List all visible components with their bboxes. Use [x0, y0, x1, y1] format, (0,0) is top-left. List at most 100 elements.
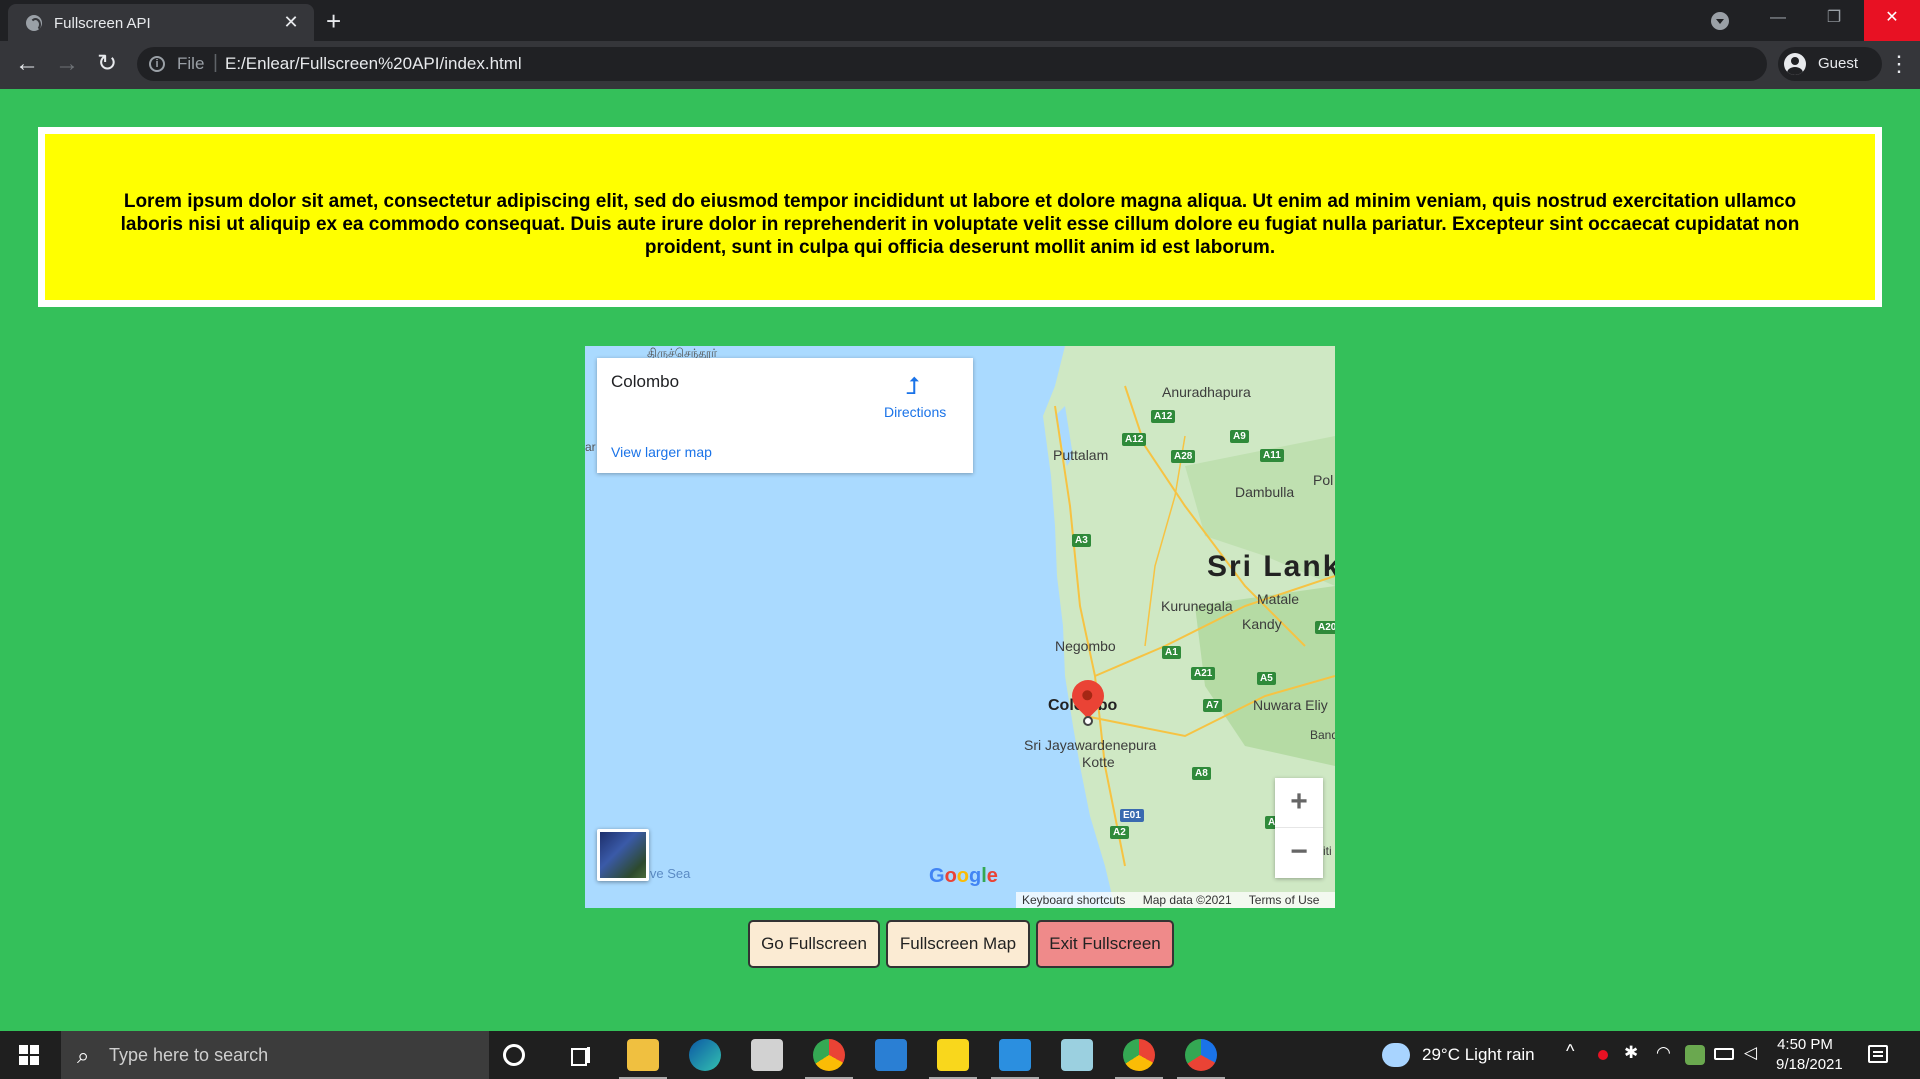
wifi-icon[interactable]: ◠	[1656, 1043, 1671, 1063]
road-shield: A5	[1257, 672, 1276, 685]
map-label-iti: iti	[1323, 844, 1332, 858]
map-label-sea: ive Sea	[647, 866, 691, 881]
lorem-text: Lorem ipsum dolor sit amet, consectetur …	[120, 191, 1800, 258]
close-tab-icon[interactable]: ✕	[280, 12, 302, 33]
chrome-icon[interactable]	[805, 1039, 853, 1079]
directions-icon[interactable]: ⮥	[900, 374, 926, 400]
road-shield: A12	[1122, 433, 1147, 446]
map-label-band: Band	[1310, 728, 1335, 742]
tab-title: Fullscreen API	[54, 15, 151, 32]
view-larger-map-link[interactable]: View larger map	[611, 444, 712, 460]
map-label-pol: Pol	[1313, 472, 1334, 488]
clock-date: 9/18/2021	[1776, 1056, 1843, 1073]
record-icon[interactable]	[1598, 1050, 1608, 1060]
store-icon[interactable]	[751, 1039, 783, 1071]
lorem-banner: Lorem ipsum dolor sit amet, consectetur …	[38, 127, 1882, 307]
chrome-canary-icon[interactable]	[1177, 1039, 1225, 1079]
minimize-button[interactable]: —	[1750, 0, 1806, 41]
browser-tab-bar: Fullscreen API ✕ + — ❐ ✕	[0, 0, 1920, 41]
search-icon: ⌕	[77, 1043, 90, 1068]
close-window-button[interactable]: ✕	[1864, 0, 1920, 41]
tab-search-icon[interactable]	[1711, 12, 1729, 30]
network-sync-icon[interactable]: ✱	[1624, 1043, 1638, 1063]
terms-of-use-link[interactable]: Terms of Use	[1249, 893, 1320, 907]
taskbar-search-box[interactable]: ⌕ Type here to search	[61, 1031, 489, 1079]
browser-toolbar: ← → ↻ i File | E:/Enlear/Fullscreen%20AP…	[0, 41, 1920, 89]
url-separator: |	[213, 52, 218, 73]
weather-text[interactable]: 29°C Light rain	[1422, 1045, 1535, 1065]
map-label-kotte: Kotte	[1082, 754, 1115, 770]
google-logo: Google	[929, 865, 998, 887]
kebab-menu-icon[interactable]: ⋮	[1888, 53, 1910, 75]
new-tab-button[interactable]: +	[326, 6, 341, 37]
map-label-kurunegala: Kurunegala	[1161, 598, 1233, 614]
road-shield: A8	[1192, 767, 1211, 780]
road-shield: A11	[1260, 449, 1284, 462]
map-attribution: Keyboard shortcuts Map data ©2021 Terms …	[1016, 892, 1335, 908]
road-shield: A21	[1191, 667, 1216, 680]
cortana-icon[interactable]	[503, 1044, 525, 1066]
battery-icon[interactable]	[1714, 1048, 1734, 1060]
directions-link[interactable]: Directions	[884, 404, 946, 420]
globe-icon	[26, 15, 42, 31]
road-shield: A9	[1230, 430, 1249, 443]
sticky-notes-icon[interactable]	[929, 1039, 977, 1079]
map-label-negombo: Negombo	[1055, 638, 1116, 654]
address-bar[interactable]: i File | E:/Enlear/Fullscreen%20API/inde…	[137, 47, 1767, 81]
road-shield: A28	[1171, 450, 1196, 463]
map-label-sri-lanka: Sri Lank	[1207, 550, 1335, 583]
zoom-in-button[interactable]: +	[1275, 778, 1323, 828]
zoom-control: + −	[1275, 778, 1323, 878]
windows-taskbar: ⌕ Type here to search 29°C Light rain ^ …	[0, 1031, 1920, 1079]
road-shield: A1	[1162, 646, 1181, 659]
windows-start-icon[interactable]	[19, 1045, 39, 1065]
back-button[interactable]: ←	[10, 47, 44, 81]
app-tray-icon[interactable]	[1685, 1045, 1705, 1065]
volume-icon[interactable]: ◁	[1744, 1043, 1757, 1063]
go-fullscreen-button[interactable]: Go Fullscreen	[748, 920, 880, 968]
file-explorer-icon[interactable]	[619, 1039, 667, 1079]
google-map-embed[interactable]: திருச்செந்தூர் ar தமரி Anuradhapura Putt…	[585, 346, 1335, 908]
profile-button[interactable]: Guest	[1778, 47, 1882, 81]
chrome-icon[interactable]	[1115, 1039, 1163, 1079]
road-shield: E01	[1120, 809, 1144, 822]
url-scheme: File	[177, 54, 205, 73]
road-shield: A3	[1072, 534, 1091, 547]
map-label-matale: Matale	[1257, 591, 1300, 607]
map-label-puttalam: Puttalam	[1053, 447, 1109, 463]
road-shield: A7	[1203, 699, 1222, 712]
place-name: Colombo	[611, 372, 680, 391]
weather-cloud-icon[interactable]	[1382, 1043, 1410, 1067]
profile-name: Guest	[1818, 55, 1859, 72]
map-label-nuwara-eliya: Nuwara Eliy	[1253, 697, 1328, 713]
chevron-up-icon[interactable]: ^	[1566, 1041, 1574, 1062]
vscode-icon[interactable]	[991, 1039, 1039, 1079]
task-view-icon[interactable]	[564, 1039, 596, 1071]
keyboard-shortcuts-link[interactable]: Keyboard shortcuts	[1022, 893, 1125, 907]
road-shield: A12	[1151, 410, 1176, 423]
edge-icon[interactable]	[689, 1039, 721, 1071]
zoom-out-button[interactable]: −	[1275, 828, 1323, 878]
info-icon[interactable]: i	[149, 56, 165, 72]
fullscreen-map-button[interactable]: Fullscreen Map	[886, 920, 1030, 968]
map-label-sri-jayawardenepura: Sri Jayawardenepura	[1024, 737, 1157, 753]
map-label-dambulla: Dambulla	[1235, 484, 1295, 500]
clock-time: 4:50 PM	[1777, 1036, 1833, 1053]
map-label-anuradhapura: Anuradhapura	[1162, 384, 1251, 400]
app-icon[interactable]	[1061, 1039, 1093, 1071]
exit-fullscreen-button[interactable]: Exit Fullscreen	[1036, 920, 1174, 968]
restore-button[interactable]: ❐	[1806, 0, 1862, 41]
notification-icon[interactable]	[1868, 1045, 1888, 1063]
url-text[interactable]: E:/Enlear/Fullscreen%20API/index.html	[225, 54, 522, 74]
mail-icon[interactable]	[875, 1039, 907, 1071]
location-dot-icon	[1083, 716, 1093, 726]
place-info-card: Colombo ⮥ Directions View larger map	[597, 358, 973, 473]
map-data-text: Map data ©2021	[1142, 893, 1232, 907]
satellite-layer-toggle[interactable]	[597, 829, 649, 881]
system-clock[interactable]: 4:50 PM 9/18/2021	[1776, 1035, 1843, 1075]
reload-button[interactable]: ↻	[90, 47, 124, 81]
forward-button[interactable]: →	[50, 47, 84, 81]
browser-tab[interactable]: Fullscreen API ✕	[8, 4, 314, 41]
road-shield: A2	[1110, 826, 1129, 839]
avatar-icon	[1784, 53, 1806, 75]
